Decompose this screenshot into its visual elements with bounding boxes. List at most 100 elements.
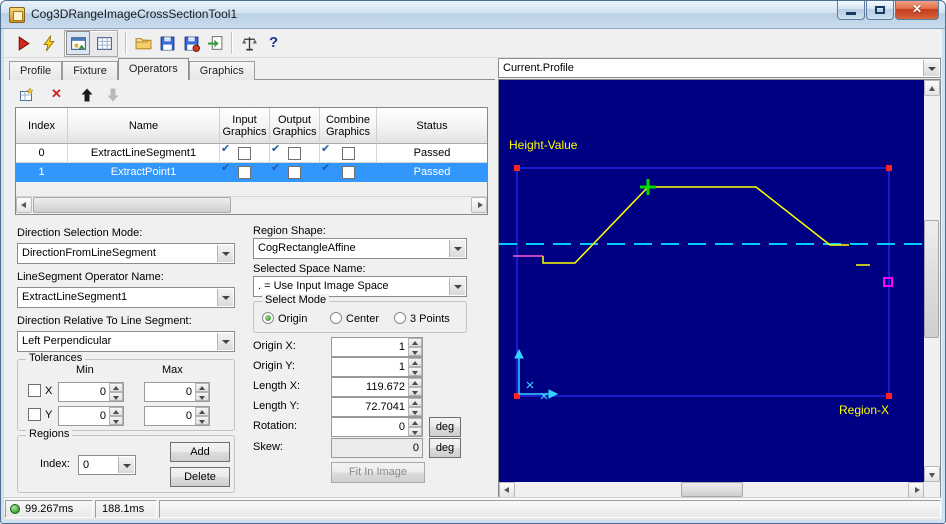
corner-handle[interactable]: [514, 165, 520, 171]
length-x-input[interactable]: [332, 378, 408, 396]
chevron-down-icon[interactable]: [923, 60, 939, 76]
spin-down-icon[interactable]: [408, 427, 422, 436]
tab-graphics[interactable]: Graphics: [188, 61, 255, 80]
tolerance-x-max-field[interactable]: [144, 382, 210, 402]
move-operator-down-button[interactable]: [101, 83, 123, 105]
rotation-input[interactable]: [332, 418, 408, 436]
scroll-left-button[interactable]: [16, 197, 32, 213]
corner-handle[interactable]: [886, 393, 892, 399]
scrollbar-thumb[interactable]: [33, 197, 231, 213]
output-graphics-checkbox[interactable]: [288, 146, 301, 160]
add-region-button[interactable]: Add: [170, 442, 230, 462]
delete-region-button[interactable]: Delete: [170, 467, 230, 487]
tolerance-x-min-field[interactable]: [58, 382, 124, 402]
tolerance-x-min-input[interactable]: [59, 383, 109, 401]
spin-up-icon[interactable]: [195, 407, 209, 416]
scroll-down-button[interactable]: [924, 466, 940, 482]
input-graphics-checkbox[interactable]: [238, 165, 251, 179]
spin-up-icon[interactable]: [408, 378, 422, 387]
chevron-down-icon[interactable]: [217, 289, 233, 306]
length-x-field[interactable]: [331, 377, 423, 397]
linesegment-operator-name-combo[interactable]: ExtractLineSegment1: [17, 287, 235, 308]
help-button[interactable]: [261, 31, 285, 55]
spin-up-icon[interactable]: [109, 407, 123, 416]
import-image-button[interactable]: [203, 31, 227, 55]
chevron-down-icon[interactable]: [217, 245, 233, 262]
center-radio[interactable]: [330, 312, 342, 324]
scrollbar-thumb[interactable]: [924, 220, 939, 338]
fit-in-image-button[interactable]: Fit In Image: [331, 462, 425, 483]
tolerance-y-min-input[interactable]: [59, 407, 109, 425]
save-image-button[interactable]: [179, 31, 203, 55]
move-operator-up-button[interactable]: [75, 83, 97, 105]
save-button[interactable]: [155, 31, 179, 55]
display-source-combo[interactable]: Current.Profile: [498, 58, 941, 78]
spin-down-icon[interactable]: [109, 416, 123, 425]
origin-x-input[interactable]: [332, 338, 408, 356]
spin-down-icon[interactable]: [195, 416, 209, 425]
tolerance-y-min-field[interactable]: [58, 406, 124, 426]
origin-y-field[interactable]: [331, 357, 423, 377]
display-image-button[interactable]: [66, 31, 90, 55]
titlebar[interactable]: Cog3DRangeImageCrossSectionTool1 ✕: [1, 1, 945, 29]
corner-handle[interactable]: [886, 165, 892, 171]
output-graphics-checkbox[interactable]: [288, 165, 301, 179]
display-grid-button[interactable]: [92, 31, 116, 55]
minimize-button[interactable]: [837, 1, 865, 20]
region-rectangle[interactable]: [516, 167, 890, 397]
region-index-combo[interactable]: 0: [78, 455, 136, 475]
close-button[interactable]: ✕: [895, 1, 939, 20]
origin-radio[interactable]: [262, 312, 274, 324]
chevron-down-icon[interactable]: [118, 457, 134, 473]
three-points-radio[interactable]: [394, 312, 406, 324]
scroll-right-button[interactable]: [908, 482, 924, 498]
skew-deg-button[interactable]: deg: [429, 438, 461, 458]
direction-selection-mode-combo[interactable]: DirectionFromLineSegment: [17, 243, 235, 264]
add-operator-button[interactable]: [15, 83, 37, 105]
tolerance-x-checkbox[interactable]: [28, 384, 41, 397]
scrollbar-thumb[interactable]: [681, 482, 743, 497]
direction-relative-combo[interactable]: Left Perpendicular: [17, 331, 235, 352]
edge-handle[interactable]: [883, 277, 893, 287]
tolerance-y-checkbox[interactable]: [28, 408, 41, 421]
origin-y-input[interactable]: [332, 358, 408, 376]
combine-graphics-checkbox[interactable]: [341, 146, 355, 160]
spin-up-icon[interactable]: [109, 383, 123, 392]
scroll-left-button[interactable]: [499, 482, 515, 498]
run-tool-button[interactable]: [11, 31, 35, 55]
scroll-up-button[interactable]: [924, 80, 940, 96]
profile-display-canvas[interactable]: Height-Value Region-X: [499, 80, 924, 482]
spin-up-icon[interactable]: [408, 358, 422, 367]
region-shape-combo[interactable]: CogRectangleAffine: [253, 238, 467, 259]
chevron-down-icon[interactable]: [449, 240, 465, 257]
tab-profile[interactable]: Profile: [9, 61, 63, 80]
tolerance-x-max-input[interactable]: [145, 383, 195, 401]
spin-down-icon[interactable]: [195, 392, 209, 401]
input-graphics-checkbox[interactable]: [238, 146, 251, 160]
open-file-button[interactable]: [131, 31, 155, 55]
table-row[interactable]: 1 ExtractPoint1 Passed: [16, 163, 487, 182]
spin-down-icon[interactable]: [408, 407, 422, 416]
spin-up-icon[interactable]: [408, 398, 422, 407]
table-horizontal-scrollbar[interactable]: [16, 197, 487, 214]
tab-fixture[interactable]: Fixture: [62, 61, 118, 80]
spin-down-icon[interactable]: [408, 347, 422, 356]
rotation-field[interactable]: [331, 417, 423, 437]
spin-up-icon[interactable]: [408, 418, 422, 427]
table-row[interactable]: 0 ExtractLineSegment1 Passed: [16, 144, 487, 163]
spin-down-icon[interactable]: [109, 392, 123, 401]
delete-operator-button[interactable]: [45, 83, 67, 105]
chevron-down-icon[interactable]: [449, 278, 465, 295]
length-y-input[interactable]: [332, 398, 408, 416]
chevron-down-icon[interactable]: [217, 333, 233, 350]
combine-graphics-checkbox[interactable]: [341, 165, 355, 179]
display-horizontal-scrollbar[interactable]: [499, 482, 924, 498]
tab-operators[interactable]: Operators: [117, 58, 189, 80]
spin-down-icon[interactable]: [408, 387, 422, 396]
origin-x-field[interactable]: [331, 337, 423, 357]
length-y-field[interactable]: [331, 397, 423, 417]
balance-units-button[interactable]: [237, 31, 261, 55]
electric-run-button[interactable]: [37, 31, 61, 55]
maximize-button[interactable]: [866, 1, 894, 20]
spin-up-icon[interactable]: [408, 338, 422, 347]
